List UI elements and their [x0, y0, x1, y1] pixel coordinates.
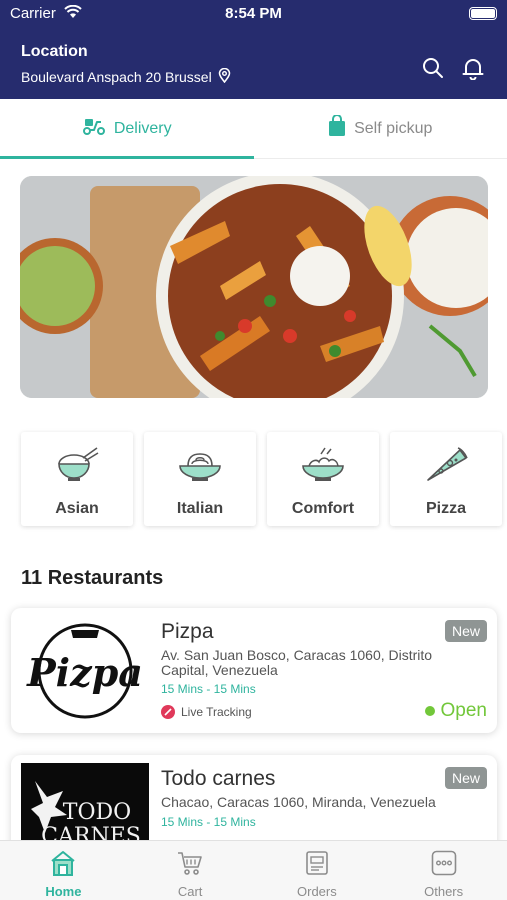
restaurant-address: Chacao, Caracas 1060, Miranda, Venezuela	[161, 794, 436, 810]
nav-others-label: Others	[424, 884, 464, 899]
app-screen: Carrier 8:54 PM Location Boulevard Anspa…	[0, 0, 507, 900]
category-italian[interactable]: Italian	[144, 432, 256, 526]
nav-orders-label: Orders	[297, 884, 337, 899]
pasta-icon	[179, 453, 221, 481]
nav-home-label: Home	[45, 884, 82, 899]
nav-others[interactable]: Others	[380, 841, 507, 900]
status-bar: Carrier 8:54 PM	[0, 0, 507, 28]
nav-cart[interactable]: Cart	[127, 841, 254, 900]
category-asian[interactable]: Asian	[21, 432, 133, 526]
new-badge: New	[444, 620, 487, 642]
location-label: Location	[21, 43, 88, 60]
category-pizza[interactable]: Pizza	[390, 432, 502, 526]
home-icon	[51, 851, 76, 876]
more-icon	[431, 850, 456, 876]
header: Carrier 8:54 PM Location Boulevard Anspa…	[0, 0, 507, 99]
nav-orders[interactable]: Orders	[254, 841, 381, 900]
rice-bowl-icon	[58, 447, 99, 481]
restaurant-logo: Pizpa	[21, 622, 149, 720]
battery-icon	[469, 7, 497, 20]
nav-home[interactable]: Home	[0, 841, 127, 900]
restaurant-card[interactable]: Pizpa Pizpa New Av. San Juan Bosco, Cara…	[11, 608, 497, 733]
pizza-slice-icon	[427, 447, 468, 481]
svg-text:TODO: TODO	[63, 800, 131, 825]
category-italian-label: Italian	[176, 500, 224, 517]
cart-icon	[178, 852, 202, 875]
tab-delivery[interactable]: Delivery	[0, 99, 254, 159]
promo-banner[interactable]	[20, 176, 488, 398]
new-badge: New	[444, 767, 487, 789]
location-pin-icon	[218, 67, 231, 86]
tab-self-pickup-label: Self pickup	[354, 119, 433, 137]
delivery-time: 15 Mins - 15 Mins	[161, 815, 256, 829]
category-list: Asian Italian Comfort Pizza	[0, 432, 507, 528]
bottom-navigation: Home Cart Orders Others	[0, 840, 507, 900]
shopping-bag-icon	[328, 114, 346, 142]
restaurant-address: Av. San Juan Bosco, Caracas 1060, Distri…	[161, 647, 433, 678]
tab-delivery-label: Delivery	[113, 119, 172, 137]
delivery-time: 15 Mins - 15 Mins	[161, 682, 256, 696]
category-asian-label: Asian	[55, 500, 99, 517]
tracking-icon	[161, 705, 175, 719]
live-tracking: Live Tracking	[161, 705, 252, 719]
restaurant-name: Pizpa	[161, 620, 214, 643]
location-address: Boulevard Anspach 20 Brussel	[21, 69, 212, 85]
live-tracking-label: Live Tracking	[181, 705, 252, 719]
tab-self-pickup[interactable]: Self pickup	[254, 99, 507, 158]
status-dot-icon	[424, 706, 435, 716]
category-pizza-label: Pizza	[425, 500, 466, 517]
salad-bowl-icon	[302, 447, 344, 481]
restaurant-name: Todo carnes	[161, 767, 276, 790]
location-selector[interactable]: Boulevard Anspach 20 Brussel	[21, 67, 231, 86]
orders-icon	[306, 851, 328, 875]
restaurants-count-title: 11 Restaurants	[21, 567, 164, 589]
open-status: Open	[424, 700, 487, 722]
notification-bell-icon[interactable]	[461, 56, 485, 81]
nav-cart-label: Cart	[177, 884, 203, 899]
category-comfort[interactable]: Comfort	[267, 432, 379, 526]
delivery-mode-tabs: Delivery Self pickup	[0, 99, 507, 159]
svg-text:Pizpa: Pizpa	[26, 650, 143, 695]
scooter-icon	[82, 117, 106, 140]
open-status-label: Open	[440, 700, 487, 721]
category-comfort-label: Comfort	[291, 500, 355, 517]
clock: 8:54 PM	[225, 5, 282, 22]
search-icon[interactable]	[421, 56, 445, 80]
